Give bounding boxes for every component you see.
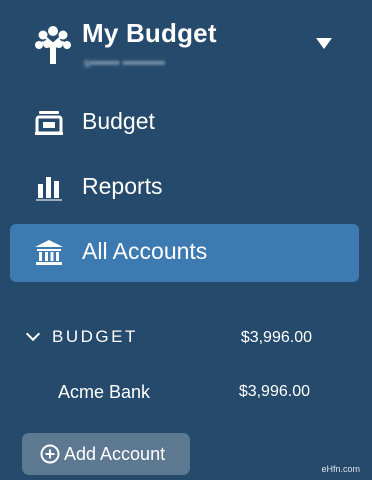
budget-name: My Budget [82,18,217,48]
nav-item-reports[interactable]: Reports [10,159,359,217]
nav-label-all-accounts: All Accounts [82,238,208,264]
bank-icon [35,240,63,265]
add-account-label: Add Account [64,444,166,464]
user-email: s••••••• •••••••••• [84,56,165,70]
sidebar: My Budget s••••••• •••••••••• Budget Rep… [0,0,372,480]
accounts-section-header[interactable]: BUDGET $3,996.00 [0,318,372,358]
bar-chart-icon [36,177,62,201]
nav-label-reports: Reports [82,173,163,199]
tree-logo-icon [35,26,71,64]
watermark: eHfn.com [321,464,360,474]
bank-note-icon [35,111,63,135]
caret-down-icon[interactable] [316,38,332,49]
plus-circle-icon [40,444,60,464]
nav-item-budget[interactable]: Budget [10,94,359,152]
nav-item-all-accounts[interactable]: All Accounts [10,224,359,282]
account-balance: $3,996.00 [238,383,310,400]
section-title: BUDGET [52,327,138,346]
budget-header[interactable]: My Budget s••••••• •••••••••• [0,0,372,90]
add-account-button[interactable]: Add Account [22,433,190,475]
account-name: Acme Bank [58,382,151,402]
chevron-down-icon [25,326,41,342]
account-row-acme-bank[interactable]: Acme Bank $3,996.00 [0,372,372,412]
nav-label-budget: Budget [82,108,155,134]
section-total: $3,996.00 [240,329,312,346]
